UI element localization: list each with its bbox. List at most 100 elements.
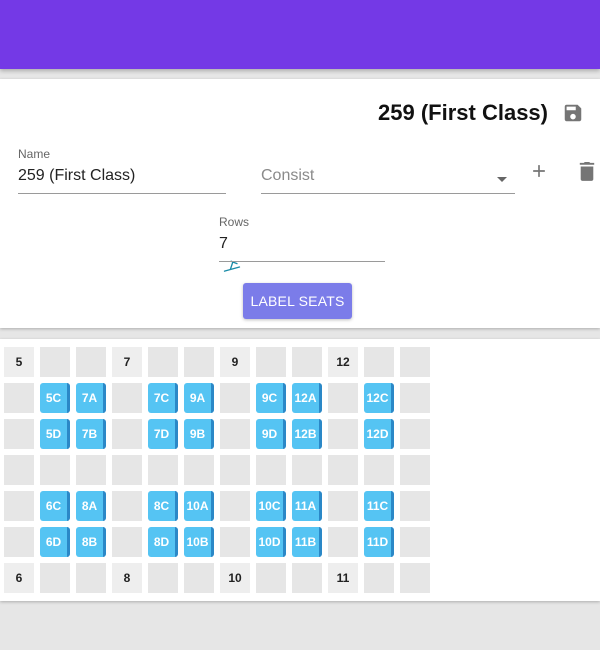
seat-9B[interactable]: 9B (184, 419, 214, 449)
empty-cell[interactable] (4, 527, 34, 557)
seat-11B[interactable]: 11B (292, 527, 322, 557)
empty-cell[interactable] (256, 347, 286, 377)
empty-cell[interactable] (400, 347, 430, 377)
empty-cell[interactable] (292, 563, 322, 593)
seat-7A[interactable]: 7A (76, 383, 106, 413)
label-seats-button[interactable]: LABEL SEATS (243, 283, 352, 319)
rows-input[interactable] (219, 235, 369, 253)
empty-cell[interactable] (40, 347, 70, 377)
seat-5D[interactable]: 5D (40, 419, 70, 449)
empty-cell[interactable] (148, 347, 178, 377)
row-number-label: 12 (328, 347, 358, 377)
empty-cell[interactable] (328, 491, 358, 521)
seat-9A[interactable]: 9A (184, 383, 214, 413)
seat-8B[interactable]: 8B (76, 527, 106, 557)
empty-cell[interactable] (328, 419, 358, 449)
seat-10B[interactable]: 10B (184, 527, 214, 557)
seat-10D[interactable]: 10D (256, 527, 286, 557)
add-icon[interactable] (529, 161, 549, 181)
empty-cell[interactable] (4, 419, 34, 449)
rows-field-container (219, 235, 385, 262)
name-input[interactable] (18, 167, 198, 185)
empty-cell[interactable] (148, 455, 178, 485)
empty-cell[interactable] (4, 491, 34, 521)
row-number-label: 8 (112, 563, 142, 593)
empty-cell[interactable] (400, 419, 430, 449)
empty-cell[interactable] (184, 347, 214, 377)
empty-cell[interactable] (256, 455, 286, 485)
empty-cell[interactable] (220, 419, 250, 449)
seat-6C[interactable]: 6C (40, 491, 70, 521)
seat-7D[interactable]: 7D (148, 419, 178, 449)
row-number-label: 11 (328, 563, 358, 593)
empty-cell[interactable] (112, 455, 142, 485)
empty-cell[interactable] (400, 563, 430, 593)
seat-7C[interactable]: 7C (148, 383, 178, 413)
empty-cell[interactable] (220, 527, 250, 557)
empty-cell[interactable] (4, 455, 34, 485)
empty-cell[interactable] (364, 455, 394, 485)
seat-8A[interactable]: 8A (76, 491, 106, 521)
seat-9C[interactable]: 9C (256, 383, 286, 413)
empty-cell[interactable] (40, 563, 70, 593)
seat-7B[interactable]: 7B (76, 419, 106, 449)
seat-9D[interactable]: 9D (256, 419, 286, 449)
row-number-label: 10 (220, 563, 250, 593)
seat-12B[interactable]: 12B (292, 419, 322, 449)
empty-cell[interactable] (112, 383, 142, 413)
row-number-label: 7 (112, 347, 142, 377)
empty-cell[interactable] (292, 455, 322, 485)
seat-6D[interactable]: 6D (40, 527, 70, 557)
empty-cell[interactable] (256, 563, 286, 593)
seat-10A[interactable]: 10A (184, 491, 214, 521)
delete-icon[interactable] (578, 160, 596, 182)
empty-cell[interactable] (76, 563, 106, 593)
empty-cell[interactable] (112, 527, 142, 557)
empty-cell[interactable] (292, 347, 322, 377)
seat-12D[interactable]: 12D (364, 419, 394, 449)
empty-cell[interactable] (400, 527, 430, 557)
car-editor-card: 259 (First Class) Name Consist Rows LABE… (0, 79, 600, 328)
empty-cell[interactable] (328, 383, 358, 413)
page-title: 259 (First Class) (378, 100, 548, 125)
empty-cell[interactable] (364, 563, 394, 593)
name-label: Name (18, 147, 51, 161)
empty-cell[interactable] (4, 383, 34, 413)
empty-cell[interactable] (220, 491, 250, 521)
empty-cell[interactable] (76, 455, 106, 485)
rows-label: Rows (219, 215, 250, 229)
consist-placeholder: Consist (261, 167, 315, 184)
seat-10C[interactable]: 10C (256, 491, 286, 521)
empty-cell[interactable] (184, 455, 214, 485)
row-number-label: 5 (4, 347, 34, 377)
empty-cell[interactable] (76, 347, 106, 377)
seat-11D[interactable]: 11D (364, 527, 394, 557)
row-number-label: 6 (4, 563, 34, 593)
seat-11C[interactable]: 11C (364, 491, 394, 521)
empty-cell[interactable] (40, 455, 70, 485)
empty-cell[interactable] (328, 455, 358, 485)
row-number-label: 9 (220, 347, 250, 377)
empty-cell[interactable] (400, 455, 430, 485)
seat-12C[interactable]: 12C (364, 383, 394, 413)
seat-8D[interactable]: 8D (148, 527, 178, 557)
empty-cell[interactable] (400, 491, 430, 521)
seat-11A[interactable]: 11A (292, 491, 322, 521)
empty-cell[interactable] (364, 347, 394, 377)
app-header-bar (0, 0, 600, 69)
empty-cell[interactable] (184, 563, 214, 593)
seat-5C[interactable]: 5C (40, 383, 70, 413)
chevron-down-icon[interactable] (497, 177, 507, 182)
name-field-container (18, 167, 241, 272)
consist-select[interactable]: Consist (261, 167, 515, 194)
save-icon[interactable] (562, 102, 584, 124)
empty-cell[interactable] (328, 527, 358, 557)
empty-cell[interactable] (400, 383, 430, 413)
empty-cell[interactable] (112, 419, 142, 449)
empty-cell[interactable] (112, 491, 142, 521)
seat-8C[interactable]: 8C (148, 491, 178, 521)
empty-cell[interactable] (220, 383, 250, 413)
empty-cell[interactable] (220, 455, 250, 485)
empty-cell[interactable] (148, 563, 178, 593)
seat-12A[interactable]: 12A (292, 383, 322, 413)
